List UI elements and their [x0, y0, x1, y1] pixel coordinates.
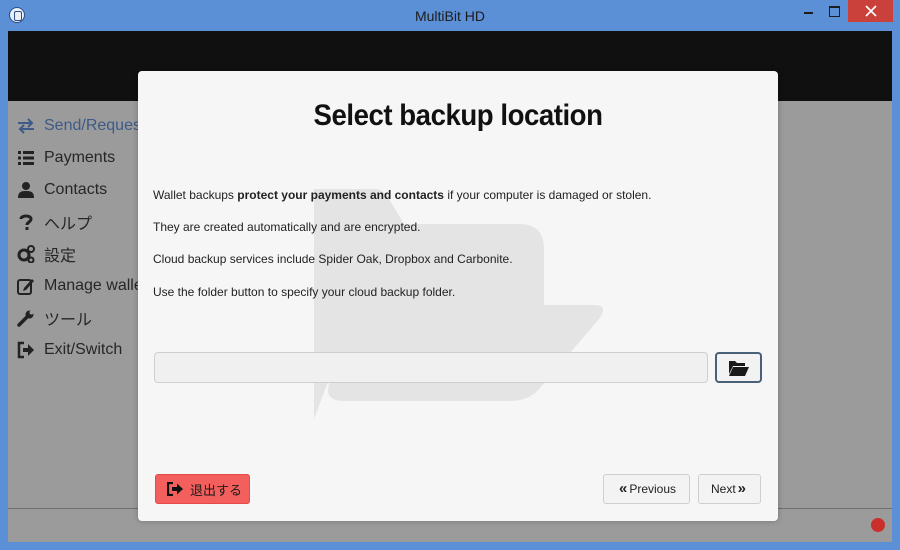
cloud-services-note: Cloud backup services include Spider Oak… — [153, 252, 513, 266]
next-button-label: Next — [710, 482, 736, 496]
close-icon — [864, 5, 877, 17]
maximize-button[interactable] — [822, 0, 846, 22]
window-title: MultiBit HD — [414, 8, 485, 24]
sign-out-icon — [17, 341, 35, 359]
encryption-note: They are created automatically and are e… — [153, 220, 421, 234]
sign-out-icon — [167, 482, 183, 496]
sidebar-item-payments[interactable]: Payments — [8, 142, 148, 174]
double-chevron-left-icon: « — [618, 480, 628, 497]
sidebar-item-settings[interactable]: 設定 — [8, 238, 148, 270]
edit-icon — [17, 277, 35, 295]
close-button[interactable] — [848, 0, 893, 22]
title-bar: MultiBit HD — [0, 0, 900, 31]
next-button[interactable]: Next » — [698, 474, 761, 504]
sidebar-item-label: 設定 — [44, 248, 77, 265]
gears-icon — [17, 245, 35, 263]
description-text: if your computer is damaged or stolen. — [443, 188, 652, 202]
list-icon — [17, 149, 35, 167]
sidebar-item-exit-switch[interactable]: Exit/Switch — [8, 334, 148, 366]
folder-instructions: Use the folder button to specify your cl… — [153, 285, 456, 299]
description-emphasis: protect your payments and contacts — [237, 188, 444, 202]
sidebar-item-label: Manage wallet — [44, 277, 148, 294]
minimize-button[interactable] — [797, 0, 821, 22]
exit-button-label: 退出する — [190, 482, 243, 498]
sidebar-item-manage-wallet[interactable]: Manage wallet — [8, 270, 148, 302]
sidebar-item-tools[interactable]: ツール — [8, 302, 148, 334]
description-text: Wallet backups — [153, 188, 238, 202]
sidebar-item-label: Exit/Switch — [44, 341, 123, 358]
user-icon — [17, 181, 35, 199]
select-folder-button[interactable] — [715, 352, 762, 383]
sidebar: Send/Request Payments Contacts ヘルプ 設定 Ma… — [8, 110, 148, 366]
exchange-icon — [17, 117, 35, 135]
previous-button[interactable]: « Previous — [603, 474, 690, 504]
backup-description: Wallet backups protect your payments and… — [153, 188, 651, 202]
previous-button-label: Previous — [629, 482, 677, 496]
sidebar-item-label: Contacts — [44, 181, 108, 198]
network-status-indicator — [871, 518, 885, 532]
sidebar-item-label: ヘルプ — [44, 216, 93, 233]
backup-location-wizard: Select backup location Wallet backups pr… — [138, 71, 778, 521]
backup-location-input[interactable] — [154, 352, 708, 383]
wrench-icon — [17, 309, 35, 327]
sidebar-item-contacts[interactable]: Contacts — [8, 174, 148, 206]
double-chevron-right-icon: » — [737, 480, 747, 497]
sidebar-item-label: ツール — [44, 312, 93, 329]
sidebar-item-label: Send/Request — [44, 117, 146, 134]
sidebar-item-label: Payments — [44, 149, 116, 166]
question-icon — [17, 213, 35, 231]
sidebar-item-send-request[interactable]: Send/Request — [8, 110, 148, 142]
page-title: Select backup location — [313, 99, 603, 132]
sidebar-item-help[interactable]: ヘルプ — [8, 206, 148, 238]
exit-button[interactable]: 退出する — [155, 474, 250, 504]
folder-open-icon — [728, 360, 749, 376]
